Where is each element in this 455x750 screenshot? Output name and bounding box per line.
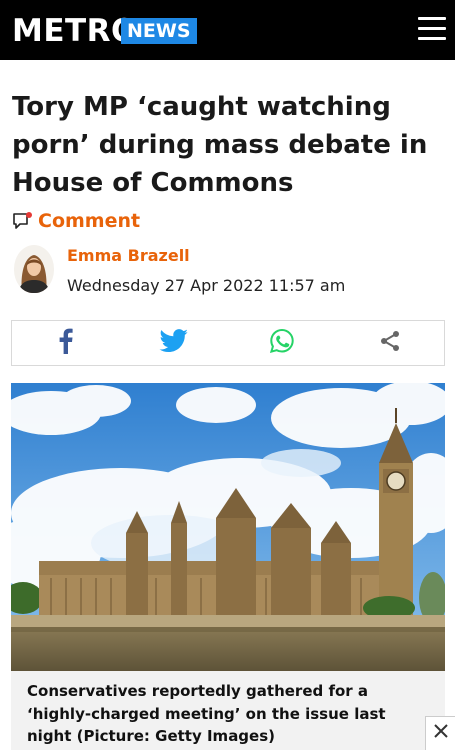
share-bar <box>11 320 445 366</box>
whatsapp-icon <box>269 328 295 359</box>
close-ad-button[interactable] <box>425 716 455 750</box>
comment-link[interactable]: Comment <box>12 210 140 232</box>
hamburger-menu-icon[interactable] <box>418 17 446 41</box>
close-icon <box>433 723 449 744</box>
facebook-icon <box>59 328 73 359</box>
comment-icon <box>12 211 34 231</box>
hero-image-houses-of-parliament[interactable] <box>11 383 445 671</box>
section-badge-news[interactable]: NEWS <box>121 18 197 44</box>
twitter-icon <box>159 328 189 358</box>
author-name-link[interactable]: Emma Brazell <box>67 246 190 265</box>
share-more-button[interactable] <box>336 321 444 365</box>
hero-image-caption: Conservatives reportedly gathered for a … <box>11 671 445 750</box>
publish-date: Wednesday 27 Apr 2022 11:57 am <box>67 276 346 295</box>
share-whatsapp-button[interactable] <box>228 321 336 365</box>
site-header: METRO NEWS <box>0 0 455 60</box>
share-twitter-button[interactable] <box>120 321 228 365</box>
comment-label: Comment <box>38 210 141 232</box>
metro-logo[interactable]: METRO <box>12 14 138 48</box>
share-icon <box>378 329 402 358</box>
article-headline: Tory MP ‘caught watching porn’ during ma… <box>12 92 428 198</box>
share-facebook-button[interactable] <box>12 321 120 365</box>
author-avatar[interactable] <box>14 245 54 293</box>
